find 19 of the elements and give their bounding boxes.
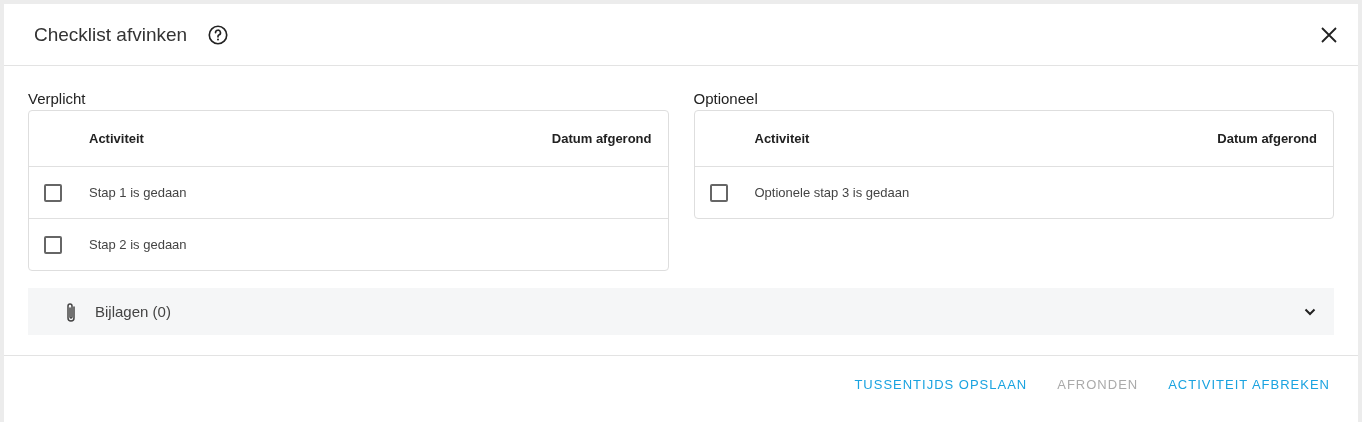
table-cell: Stap 2 is gedaan — [89, 237, 187, 252]
checkbox[interactable] — [709, 183, 728, 202]
dialog-title: Checklist afvinken — [34, 23, 188, 46]
column-header: Datum afgerond — [551, 131, 652, 146]
column-header: Activiteit — [89, 131, 144, 146]
table-cell: Stap 1 is gedaan — [89, 185, 187, 200]
section-title: Optioneel — [693, 89, 759, 109]
section-title: Verplicht — [28, 89, 87, 109]
table-cell: Optionele stap 3 is gedaan — [754, 185, 910, 200]
close-icon[interactable] — [1320, 25, 1338, 44]
column-header: Activiteit — [754, 131, 810, 146]
checkbox[interactable] — [44, 183, 62, 202]
dialog-button[interactable]: ACTIVITEIT AFBREKEN — [1156, 373, 1342, 396]
attachments-label: Bijlagen (0) — [95, 303, 171, 320]
attachments-panel[interactable]: Bijlagen (0) — [28, 288, 1334, 335]
help-icon[interactable] — [207, 23, 230, 46]
checkbox[interactable] — [44, 235, 62, 254]
dialog-button[interactable]: TUSSENTIJDS OPSLAAN — [842, 373, 1040, 396]
column-header: Datum afgerond — [1217, 131, 1317, 146]
